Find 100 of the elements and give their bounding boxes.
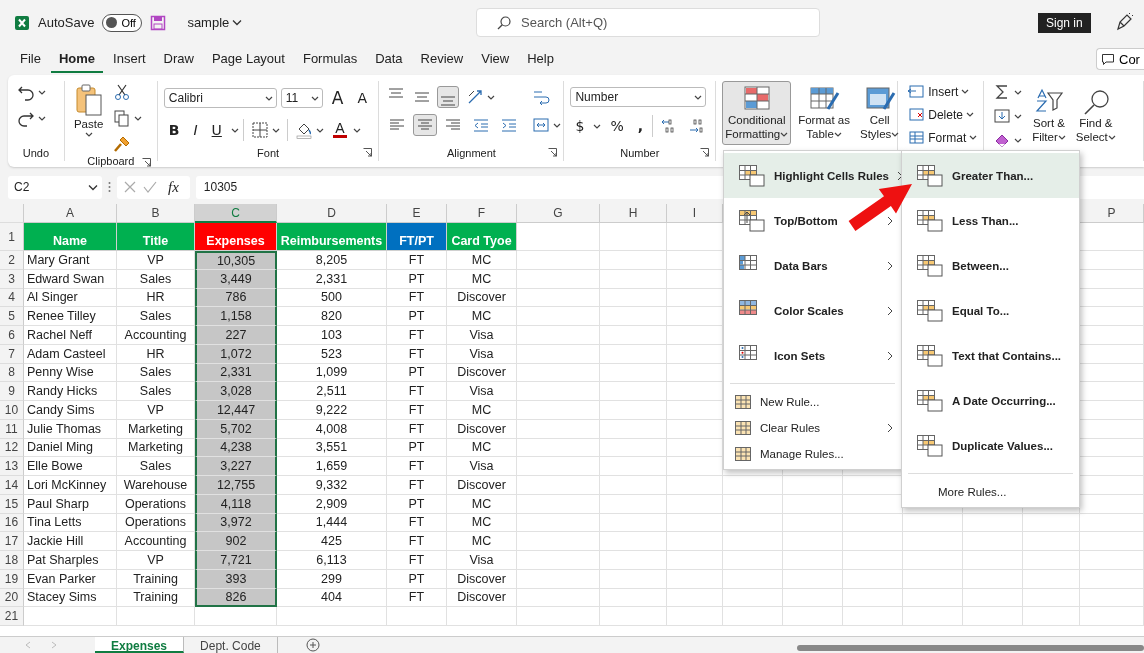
format-as-table-button[interactable]: Format as Table <box>795 81 853 145</box>
search-field[interactable]: Search (Alt+Q) <box>476 8 820 37</box>
menu-item[interactable]: New Rule... <box>724 389 901 415</box>
comma-style-button[interactable]: , <box>632 117 648 135</box>
decrease-font-size-button[interactable]: A <box>352 89 372 107</box>
menu-item[interactable]: Duplicate Values... <box>902 423 1079 468</box>
cell-styles-button[interactable]: Cell Styles <box>856 81 903 145</box>
empty-cell <box>843 513 903 533</box>
paste-button[interactable]: Paste <box>70 81 107 155</box>
ribbon-tab[interactable]: Formulas <box>294 47 366 73</box>
caret-icon <box>780 131 789 139</box>
font-name-dropdown[interactable]: Calibri <box>163 88 277 108</box>
ribbon-tab[interactable]: Help <box>519 47 562 73</box>
borders-icon <box>250 121 269 139</box>
menu-item[interactable]: Color Scales <box>724 288 901 333</box>
font-color-button[interactable]: A <box>330 122 349 138</box>
column-header[interactable]: D <box>277 204 387 223</box>
empty-cell <box>600 307 667 326</box>
caret-icon <box>965 111 974 118</box>
table-rule-icon <box>734 446 752 462</box>
menu-item[interactable]: Icon Sets <box>724 333 901 378</box>
percent-button[interactable]: % <box>605 117 629 135</box>
currency-button[interactable]: $ <box>570 117 590 135</box>
ribbon-tab[interactable]: Insert <box>105 47 154 73</box>
font-size-dropdown[interactable]: 11 <box>280 88 323 108</box>
ribbon-tab[interactable]: View <box>473 47 518 73</box>
name-box[interactable]: C2 <box>8 175 102 199</box>
dialog-launcher-icon[interactable] <box>700 148 710 157</box>
ribbon-tab[interactable]: Data <box>367 47 411 73</box>
increase-font-size-button[interactable]: A <box>326 87 349 109</box>
empty-cell <box>600 569 667 589</box>
pen-icon[interactable] <box>1115 13 1133 31</box>
table-cell: FT <box>387 288 447 308</box>
table-cell: FT <box>387 382 447 401</box>
column-header[interactable]: H <box>600 204 667 223</box>
delete-cells-button[interactable]: Delete <box>904 104 981 125</box>
underline-button[interactable]: U <box>206 121 227 139</box>
menu-item[interactable]: Equal To... <box>902 288 1079 333</box>
column-header[interactable]: B <box>117 204 195 223</box>
menu-item[interactable]: Highlight Cells Rules <box>724 153 901 198</box>
sheet-tab[interactable]: Dept. Code <box>184 637 278 653</box>
find-select-button[interactable]: Find & Select <box>1072 81 1119 151</box>
italic-button[interactable]: I <box>188 121 203 139</box>
column-header[interactable]: I <box>667 204 723 223</box>
cancel-icon[interactable] <box>123 180 137 194</box>
table-rule-icon <box>738 163 766 188</box>
empty-cell <box>783 569 843 589</box>
format-cells-button[interactable]: Format <box>904 127 981 148</box>
ribbon-tab[interactable]: File <box>12 47 49 73</box>
table-cell: 820 <box>277 307 387 326</box>
sign-in-button[interactable]: Sign in <box>1038 13 1091 33</box>
table-cell: Visa <box>447 326 517 345</box>
column-header[interactable]: A <box>24 204 117 223</box>
save-icon[interactable] <box>150 14 167 31</box>
insert-cells-button[interactable]: Insert <box>904 81 981 102</box>
bold-button[interactable]: B <box>163 121 185 139</box>
comments-button[interactable]: Cor <box>1096 48 1144 70</box>
dialog-launcher-icon[interactable] <box>363 148 373 157</box>
check-icon[interactable] <box>143 180 157 194</box>
menu-item[interactable]: Greater Than... <box>902 153 1079 198</box>
dialog-launcher-icon[interactable] <box>141 158 151 167</box>
table-cell: 299 <box>277 569 387 589</box>
autosave-toggle[interactable]: Off <box>102 13 143 32</box>
menu-item[interactable]: Text that Contains... <box>902 333 1079 378</box>
table-cell: MC <box>447 251 517 270</box>
insert-function-button[interactable]: fx <box>163 177 184 197</box>
caret-icon <box>553 121 562 129</box>
empty-cell <box>600 588 667 608</box>
menu-item[interactable]: A Date Occurring... <box>902 378 1079 423</box>
column-header[interactable]: G <box>517 204 600 223</box>
table-rule-icon <box>734 420 752 436</box>
format-cells-icon <box>907 129 926 146</box>
number-format-dropdown[interactable]: Number <box>570 87 707 107</box>
horizontal-scrollbar[interactable] <box>797 645 1144 651</box>
ribbon-tab[interactable]: Draw <box>155 47 202 73</box>
add-sheet-icon[interactable] <box>305 638 320 652</box>
ribbon-tab[interactable]: Page Layout <box>203 47 293 73</box>
column-header[interactable]: F <box>447 204 517 223</box>
sheet-tab[interactable]: Expenses <box>95 637 185 653</box>
dialog-launcher-icon[interactable] <box>548 148 558 157</box>
conditional-formatting-button[interactable]: Conditional Formatting <box>722 81 792 145</box>
menu-item[interactable]: More Rules... <box>902 479 1079 505</box>
center-button[interactable] <box>413 114 438 136</box>
empty-cell <box>600 344 667 364</box>
column-header[interactable]: C <box>195 204 277 223</box>
menu-item[interactable]: Clear Rules <box>724 415 901 441</box>
menu-item[interactable]: Less Than... <box>902 198 1079 243</box>
row-number: 14 <box>0 476 24 495</box>
spreadsheet-app-icon[interactable] <box>14 14 30 31</box>
ribbon-tab[interactable]: Home <box>50 47 104 73</box>
file-name-menu[interactable]: sample <box>184 13 246 32</box>
menu-item[interactable]: Between... <box>902 243 1079 288</box>
ribbon-tab[interactable]: Review <box>412 47 472 73</box>
column-header[interactable]: E <box>387 204 447 223</box>
column-header[interactable]: P <box>1080 204 1144 223</box>
sort-filter-button[interactable]: Sort & Filter <box>1029 81 1069 151</box>
menu-item[interactable]: Data Bars <box>724 243 901 288</box>
table-cell: Tina Letts <box>24 513 117 533</box>
bottom-align-button[interactable] <box>437 86 460 108</box>
menu-item[interactable]: Manage Rules... <box>724 441 901 467</box>
